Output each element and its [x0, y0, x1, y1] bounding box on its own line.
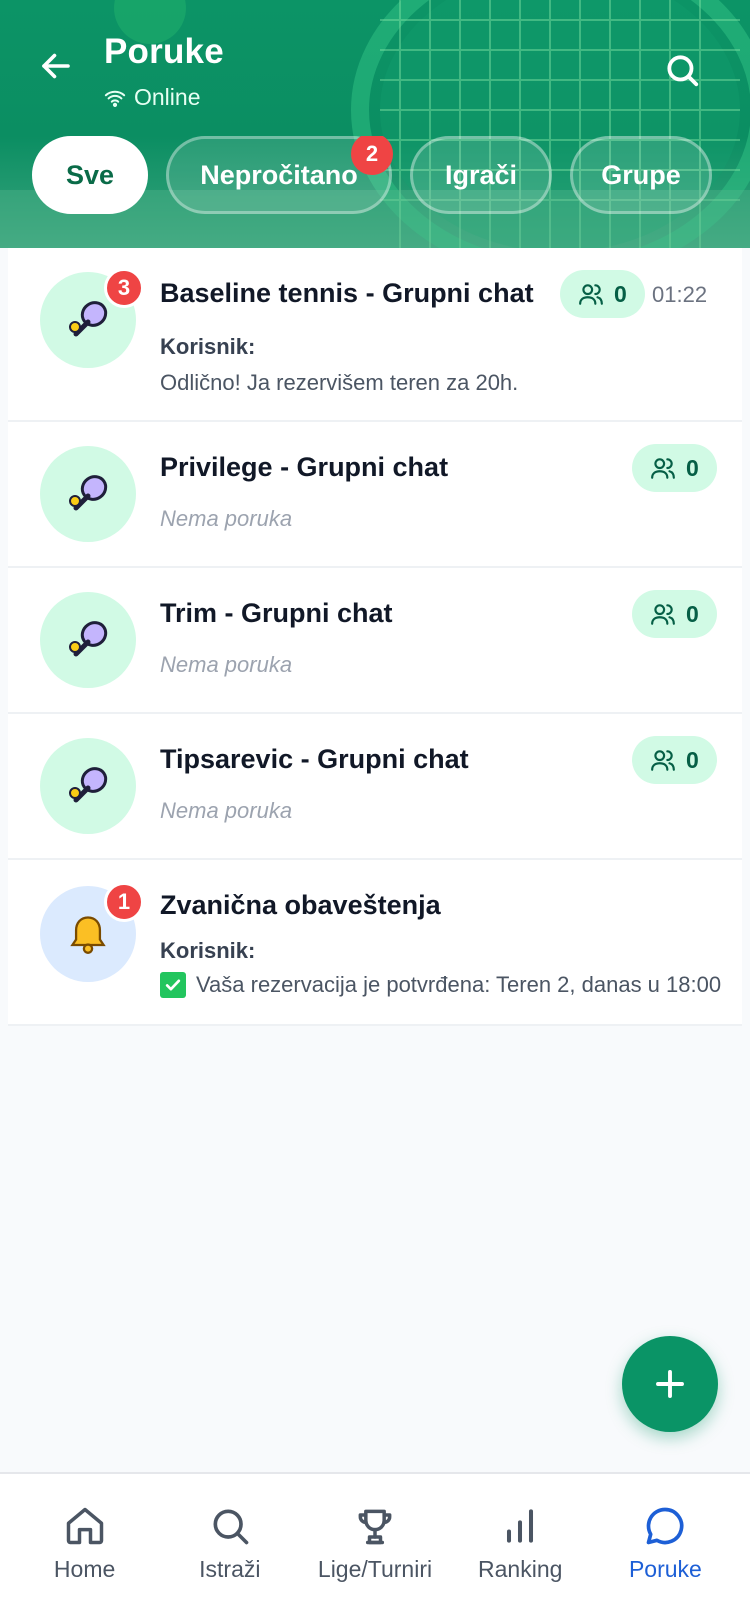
new-chat-button[interactable] [622, 1336, 718, 1432]
member-count-pill: 0 [632, 736, 717, 784]
tab-label: Grupe [601, 159, 681, 190]
back-button[interactable] [36, 46, 76, 86]
connection-status: Online [104, 84, 200, 111]
tab-sve[interactable]: Sve [32, 136, 148, 214]
wifi-icon [104, 90, 126, 107]
nav-lige-turniri[interactable]: Lige/Turniri [302, 1474, 447, 1624]
chat-preview: Vaša rezervacija je potvrđena: Teren 2, … [160, 972, 721, 998]
users-icon [579, 284, 603, 305]
tennis-racket-icon [69, 301, 108, 337]
chat-preview: Nema poruka [160, 506, 292, 532]
tab-grupe[interactable]: Grupe [570, 136, 712, 214]
users-icon [651, 604, 675, 625]
tab-igraci[interactable]: Igrači [410, 136, 552, 214]
check-mark-icon [160, 972, 186, 998]
tab-neprocitano[interactable]: Nepročitano 2 [166, 136, 393, 214]
member-count-pill: 0 [560, 270, 645, 318]
unread-badge: 1 [104, 882, 144, 922]
chat-name: Tipsarevic - Grupni chat [160, 744, 469, 774]
search-icon [667, 55, 699, 87]
tennis-racket-icon [69, 475, 108, 511]
chat-item[interactable]: Trim - Grupni chat 0 Nema poruka [8, 568, 742, 714]
chat-preview: Nema poruka [160, 798, 292, 824]
chat-item[interactable]: Privilege - Grupni chat 0 Nema poruka [8, 422, 742, 568]
page-title: Poruke [104, 32, 224, 71]
chat-sender: Korisnik: [160, 938, 256, 963]
chat-avatar: 1 [40, 882, 144, 982]
tab-label: Sve [65, 159, 115, 190]
home-icon [66, 1507, 103, 1545]
bell-icon [70, 916, 106, 954]
member-count-pill: 0 [632, 444, 717, 492]
preview-text: Nema poruka [160, 652, 293, 677]
nav-label: Lige/Turniri [317, 1556, 433, 1582]
chat-time: 01:22 [652, 282, 708, 307]
preview-text: Odlično! Ja rezervišem teren za 20h. [160, 370, 519, 395]
preview-text: Vaša rezervacija je potvrđena: Teren 2, … [196, 972, 722, 997]
chat-name: Privilege - Grupni chat [160, 452, 449, 482]
chat-list: 3 Baseline tennis - Grupni chat 0 01:22 … [8, 248, 742, 1026]
chat-bubble-icon [647, 1507, 684, 1545]
users-icon [651, 458, 675, 479]
users-icon [651, 750, 675, 771]
member-count-pill: 0 [632, 590, 717, 638]
app-header: Poruke Online Sve Nepročitano 2 Igrači G… [0, 0, 750, 248]
chat-item[interactable]: Tipsarevic - Grupni chat 0 Nema poruka [8, 714, 742, 860]
member-count: 0 [686, 454, 699, 481]
chat-name: Baseline tennis - Grupni chat [160, 278, 534, 308]
chat-preview: Nema poruka [160, 652, 292, 678]
chat-avatar [40, 738, 136, 834]
preview-text: Nema poruka [160, 798, 293, 823]
nav-istrazi[interactable]: Istraži [157, 1474, 302, 1624]
member-count: 0 [686, 600, 699, 627]
preview-text: Nema poruka [160, 506, 293, 531]
plus-icon [656, 1370, 684, 1398]
chat-item[interactable]: 1 Zvanična obaveštenja Korisnik: Vaša re… [8, 860, 742, 1026]
nav-label: Ranking [478, 1556, 563, 1582]
arrow-left-icon [42, 53, 70, 79]
nav-label: Home [53, 1556, 116, 1582]
chat-item[interactable]: 3 Baseline tennis - Grupni chat 0 01:22 … [8, 248, 742, 422]
tennis-racket-icon [69, 621, 108, 657]
chat-sender: Korisnik: [160, 334, 256, 359]
chat-avatar: 3 [40, 268, 144, 368]
chat-avatar [40, 446, 136, 542]
member-count: 0 [614, 280, 627, 307]
search-button[interactable] [660, 48, 704, 92]
chat-preview: Odlično! Ja rezervišem teren za 20h. [160, 370, 518, 396]
chat-name: Zvanična obaveštenja [160, 890, 441, 920]
tab-label: Igrači [444, 159, 518, 190]
chat-name: Trim - Grupni chat [160, 598, 393, 628]
tab-label: Nepročitano [200, 159, 358, 190]
unread-badge: 3 [104, 268, 144, 308]
nav-home[interactable]: Home [12, 1474, 157, 1624]
nav-label: Istraži [199, 1556, 261, 1582]
nav-poruke[interactable]: Poruke [593, 1474, 738, 1624]
tennis-racket-icon [69, 767, 108, 803]
nav-label: Poruke [628, 1556, 702, 1582]
chat-avatar [40, 592, 136, 688]
unread-count-badge: 2 [351, 136, 393, 175]
trophy-icon [358, 1509, 392, 1545]
bottom-navigation: Home Istraži Lige/Turniri Ranking Poruke [0, 1472, 750, 1624]
filter-tabs: Sve Nepročitano 2 Igrači Grupe [32, 136, 750, 216]
search-icon [213, 1509, 249, 1545]
status-text: Online [134, 84, 201, 110]
member-count: 0 [686, 746, 699, 773]
bar-chart-icon [507, 1509, 534, 1543]
nav-ranking[interactable]: Ranking [448, 1474, 593, 1624]
